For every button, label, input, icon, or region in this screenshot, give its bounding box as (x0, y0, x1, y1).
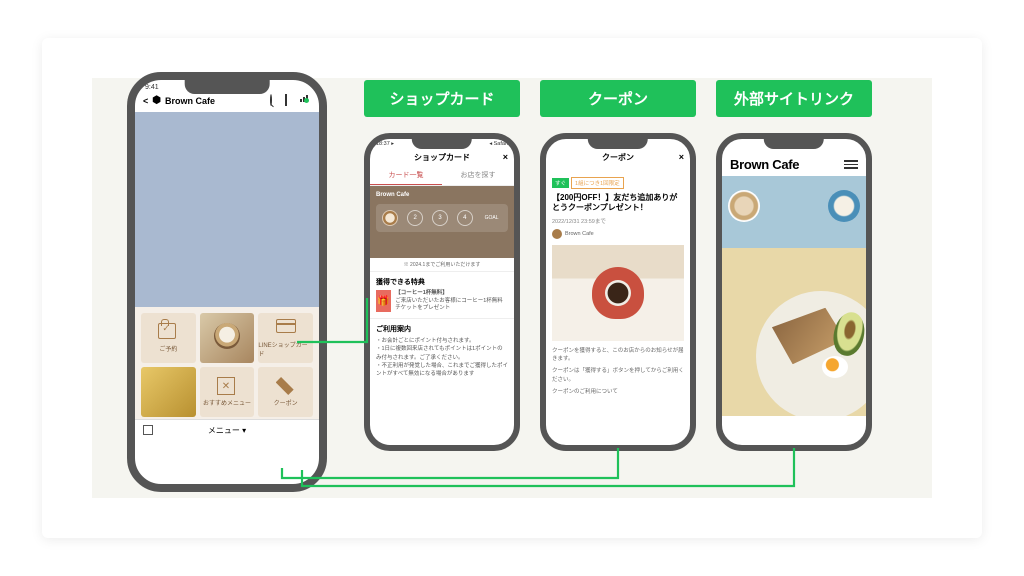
phone-coupon: クーポン × すぐ1組につき1回限定 【200円OFF！】友だち追加ありがとうクー… (540, 133, 696, 451)
rule-3: ・不正利用が発覚した場合、これまでご獲得したポイントがすべて無効になる場合があり… (376, 362, 508, 379)
hamburger-icon[interactable] (844, 160, 858, 169)
shopcard-expiry: ※ 2024.1までご利用いただけます (370, 258, 514, 271)
tile-latte[interactable] (200, 313, 255, 363)
tile-shopcard[interactable]: LINEショップカード (258, 313, 313, 363)
tile-reserve[interactable]: ご予約 (141, 313, 196, 363)
tab-cardlist[interactable]: カード一覧 (370, 166, 442, 185)
rule-1: ・お会計ごとにポイント付与されます。 (376, 337, 508, 345)
stamp-3: 3 (432, 210, 448, 226)
gift-icon: 🎁 (376, 290, 391, 312)
chat-title: Brown Cafe (165, 96, 215, 106)
status-time: 9:41 (145, 84, 159, 91)
new-badge-icon (304, 98, 309, 103)
coupon-desc-1: クーポンを獲得すると、このお店からのお知らせが届きます。 (552, 347, 684, 364)
latte-cup-icon (728, 190, 760, 222)
shop-avatar-icon (552, 229, 562, 239)
coupon-desc-3: クーポンのご利用について (552, 388, 684, 396)
menu-toggle[interactable]: メニュー ▾ (135, 419, 319, 441)
tab-findshop[interactable]: お店を探す (442, 166, 514, 185)
stamp-2: 2 (407, 210, 423, 226)
keyboard-icon[interactable] (143, 425, 153, 435)
rule-2: ・1日に複数回来店されてもポイントは1ポイントのみ付与されます。ご了承ください。 (376, 345, 508, 362)
tile-gold[interactable] (141, 367, 196, 417)
badge-shopcard: ショップカード (364, 80, 520, 117)
coupon-tag-now: すぐ (552, 178, 569, 188)
main-phone: 9:41 < ⬢ Brown Cafe ご予約 LINEショップカード ✕おすす… (127, 72, 327, 492)
search-icon[interactable] (270, 95, 281, 106)
blue-cup-icon (828, 190, 860, 222)
tile-coupon[interactable]: クーポン (258, 367, 313, 417)
rules-heading: ご利用案内 (376, 324, 508, 334)
close-icon[interactable]: × (503, 152, 508, 162)
note-icon[interactable] (285, 95, 296, 106)
reward-heading: 獲得できる特典 (376, 277, 508, 287)
shopcard-title: ショップカード (414, 153, 470, 162)
coupon-desc-2: クーポンは「獲得する」ボタンを押してからご利用ください。 (552, 367, 684, 384)
phone-shopcard: 18:37 ▸◂ Safari ショップカード× カード一覧お店を探す Brow… (364, 133, 520, 451)
coupon-tag-limit: 1組につき1回限定 (571, 177, 624, 189)
site-brand: Brown Cafe (730, 157, 799, 172)
shopcard-brand: Brown Cafe (376, 192, 508, 198)
coupon-title: クーポン (602, 153, 634, 162)
back-icon[interactable]: < (143, 96, 148, 106)
phone-external: Brown Cafe (716, 133, 872, 451)
stamp-row: 2 3 4 GOAL (376, 204, 508, 232)
coupon-image (552, 245, 684, 341)
close-icon[interactable]: × (679, 152, 684, 162)
rich-menu: ご予約 LINEショップカード ✕おすすめメニュー クーポン (135, 307, 319, 419)
stamp-4: 4 (457, 210, 473, 226)
site-hero-image (722, 176, 866, 416)
coupon-shop: Brown Cafe (565, 231, 594, 237)
coupon-expiry: 2022/12/31 23:59まで (552, 217, 684, 225)
chat-background (135, 112, 319, 307)
stamp-1 (382, 210, 398, 226)
badge-coupon: クーポン (540, 80, 696, 117)
badge-external: 外部サイトリンク (716, 80, 872, 117)
egg-icon (822, 356, 848, 378)
tile-recommend[interactable]: ✕おすすめメニュー (200, 367, 255, 417)
coupon-headline: 【200円OFF！】友だち追加ありがとうクーポンプレゼント！ (552, 193, 684, 214)
stamp-goal: GOAL (482, 213, 502, 223)
